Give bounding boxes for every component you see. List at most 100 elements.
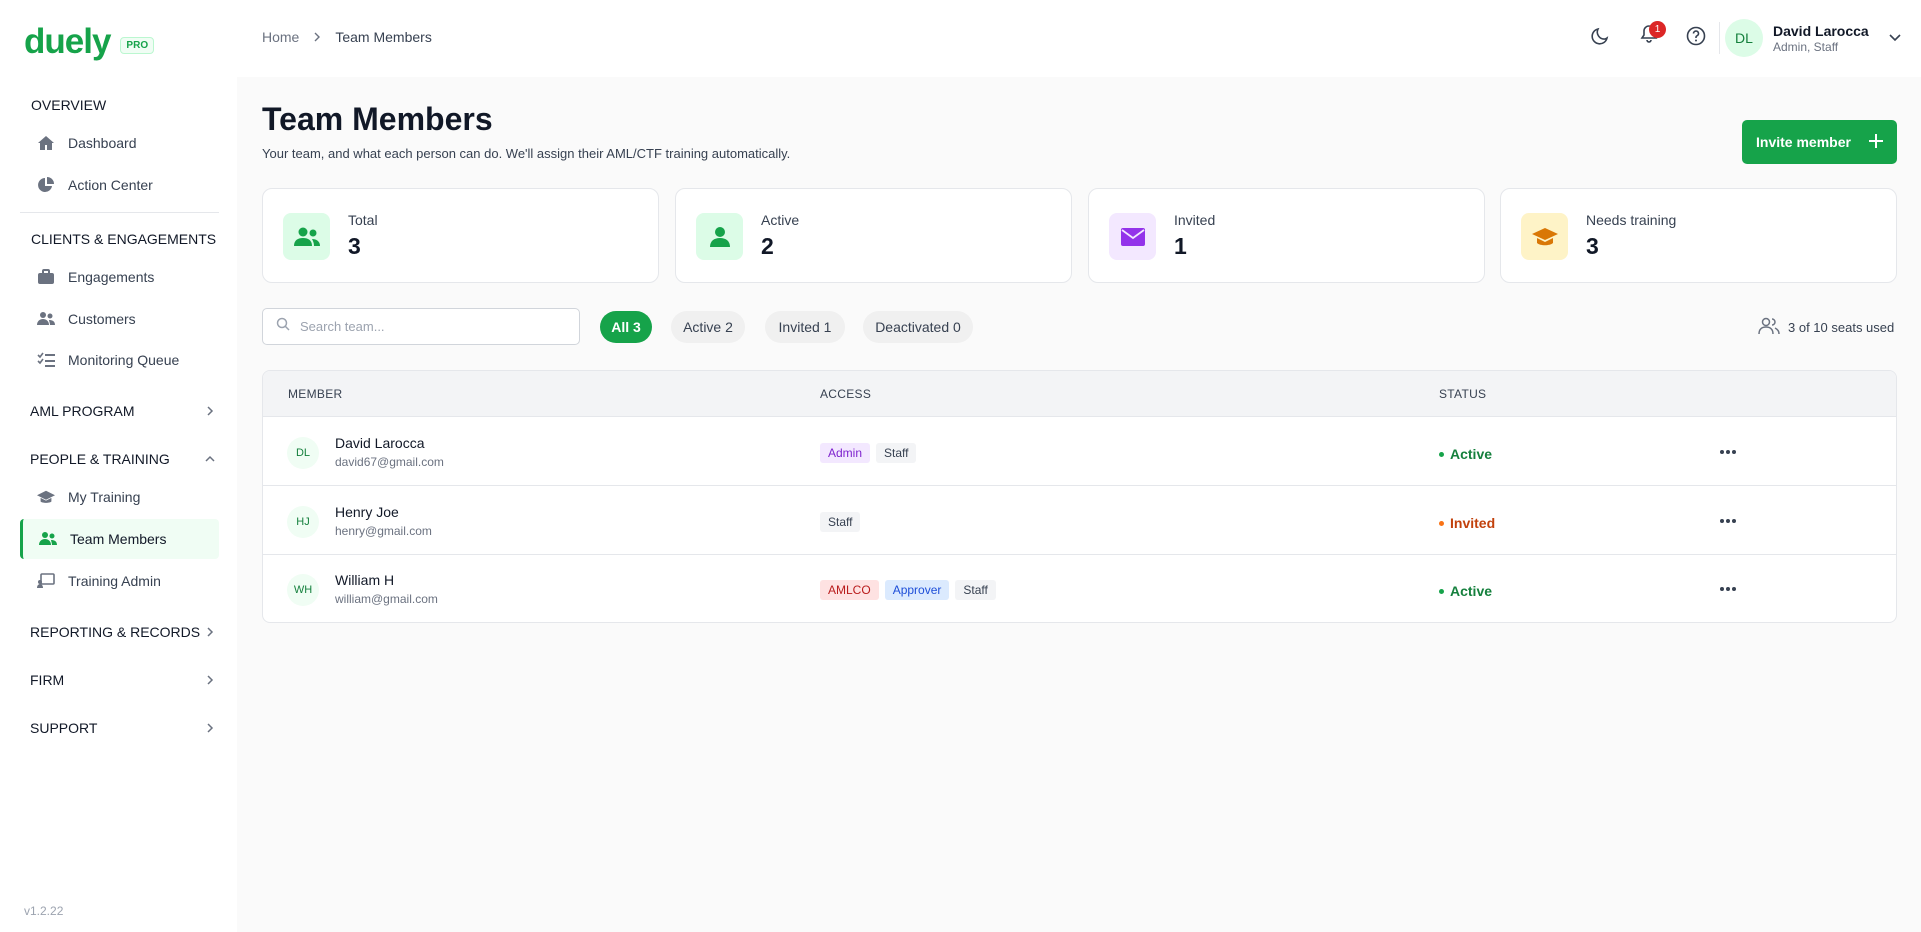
member-name: William H [335,572,395,588]
users-icon [283,213,330,260]
stat-card-total: Total 3 [262,188,659,283]
chevron-down-icon [1889,29,1901,47]
user-menu[interactable]: DL David Larocca Admin, Staff [1725,19,1901,57]
stat-card-invited: Invited 1 [1088,188,1485,283]
stat-card-needs-training: Needs training 3 [1500,188,1897,283]
sidebar-item-customers[interactable]: Customers [20,299,219,339]
notification-count-badge: 1 [1649,21,1666,38]
sidebar-group-firm[interactable]: FIRM [30,672,215,688]
chevron-up-icon [205,451,215,467]
sidebar-item-my-training[interactable]: My Training [20,477,219,517]
sidebar-group-people[interactable]: PEOPLE & TRAINING [30,451,215,467]
table-row[interactable]: HJ Henry Joe henry@gmail.com Staff Invit… [263,487,1896,555]
status-badge: Active [1439,583,1492,599]
column-header-member: MEMBER [288,387,343,401]
status-badge: Active [1439,446,1492,462]
help-icon[interactable] [1684,24,1708,48]
filter-chip-active[interactable]: Active 2 [671,311,745,343]
dark-mode-icon[interactable] [1588,24,1612,48]
app-version: v1.2.22 [24,904,64,918]
role-tag: Staff [820,512,861,532]
sidebar: duely PRO OVERVIEW Dashboard Action Cent… [0,0,237,932]
sidebar-group-label: REPORTING & RECORDS [30,624,201,640]
chevron-right-icon [205,403,215,419]
role-tag: Staff [876,443,917,463]
page-title: Team Members [262,101,493,137]
sidebar-item-label: Team Members [70,531,167,547]
status-dot [1439,588,1444,594]
chevron-right-icon [205,720,215,736]
sidebar-item-engagements[interactable]: Engagements [20,257,219,297]
status-text: Active [1450,583,1493,599]
logo[interactable]: duely PRO [24,22,155,62]
filter-chip-deactivated[interactable]: Deactivated 0 [863,311,973,343]
filter-chip-all[interactable]: All 3 [600,311,652,343]
sidebar-item-dashboard[interactable]: Dashboard [20,123,219,163]
breadcrumb-current: Team Members [335,29,432,45]
access-tags: AMLCO Approver Staff [820,580,996,600]
sidebar-group-reporting[interactable]: REPORTING & RECORDS [30,624,215,640]
stat-value: 1 [1174,233,1187,259]
table-row[interactable]: WH William H william@gmail.com AMLCO App… [263,555,1896,622]
status-dot [1439,520,1444,526]
access-tags: Admin Staff [820,443,917,463]
status-text: Invited [1450,515,1496,531]
divider [20,212,219,213]
invite-member-label: Invite member [1756,134,1851,150]
breadcrumb-home[interactable]: Home [262,29,299,45]
avatar: HJ [287,506,319,538]
filter-chip-invited[interactable]: Invited 1 [765,311,845,343]
sidebar-group-aml[interactable]: AML PROGRAM [30,403,215,419]
column-header-access: ACCESS [820,387,872,401]
briefcase-icon [37,268,55,286]
team-table: MEMBER ACCESS STATUS DL David Larocca da… [262,370,1897,623]
sidebar-item-team-members[interactable]: Team Members [20,519,219,559]
avatar: DL [1725,19,1763,57]
role-tag: AMLCO [820,580,879,600]
sidebar-group-label: AML PROGRAM [30,403,135,419]
role-tag: Admin [820,443,871,463]
plus-icon [1868,133,1883,151]
member-name: David Larocca [335,435,425,451]
status-badge: Invited [1439,515,1495,531]
sidebar-group-support[interactable]: SUPPORT [30,720,215,736]
pro-badge: PRO [120,36,155,54]
sidebar-item-action-center[interactable]: Action Center [20,165,219,205]
seats-indicator: 3 of 10 seats used [1758,317,1894,338]
top-bar: Home Team Members 1 DL David Larocca Adm… [237,0,1921,77]
avatar: DL [287,437,319,469]
invite-member-button[interactable]: Invite member [1742,120,1897,164]
stat-label: Invited [1174,212,1216,228]
user-role: Admin, Staff [1773,39,1839,54]
table-row[interactable]: DL David Larocca david67@gmail.com Admin… [263,418,1896,486]
member-email: david67@gmail.com [335,455,444,469]
users-icon [39,530,57,548]
sidebar-item-label: Training Admin [68,573,161,589]
user-info: David Larocca Admin, Staff [1773,23,1869,54]
more-options-icon[interactable] [1718,442,1738,462]
divider [1719,22,1720,54]
member-email: william@gmail.com [335,592,438,606]
table-header: MEMBER ACCESS STATUS [263,371,1896,417]
more-options-icon[interactable] [1718,511,1738,531]
access-tags: Staff [820,512,861,532]
sidebar-item-monitoring[interactable]: Monitoring Queue [20,340,219,380]
notifications-button[interactable]: 1 [1637,21,1666,48]
sidebar-item-training-admin[interactable]: Training Admin [20,561,219,601]
breadcrumb: Home Team Members [262,29,432,45]
role-tag: Staff [955,580,996,600]
stat-value: 2 [761,233,774,259]
users-icon [1758,317,1780,338]
status-text: Active [1450,446,1493,462]
sidebar-item-label: My Training [68,489,141,505]
pie-chart-icon [37,176,55,194]
sidebar-item-label: Customers [68,311,136,327]
graduation-cap-icon [1521,213,1568,260]
stat-label: Total [348,212,378,228]
sidebar-item-label: Action Center [68,177,153,193]
chevron-right-icon [205,672,215,688]
search-box [262,308,580,345]
more-options-icon[interactable] [1718,579,1738,599]
sidebar-item-label: Monitoring Queue [68,352,180,368]
search-input[interactable] [300,319,550,334]
